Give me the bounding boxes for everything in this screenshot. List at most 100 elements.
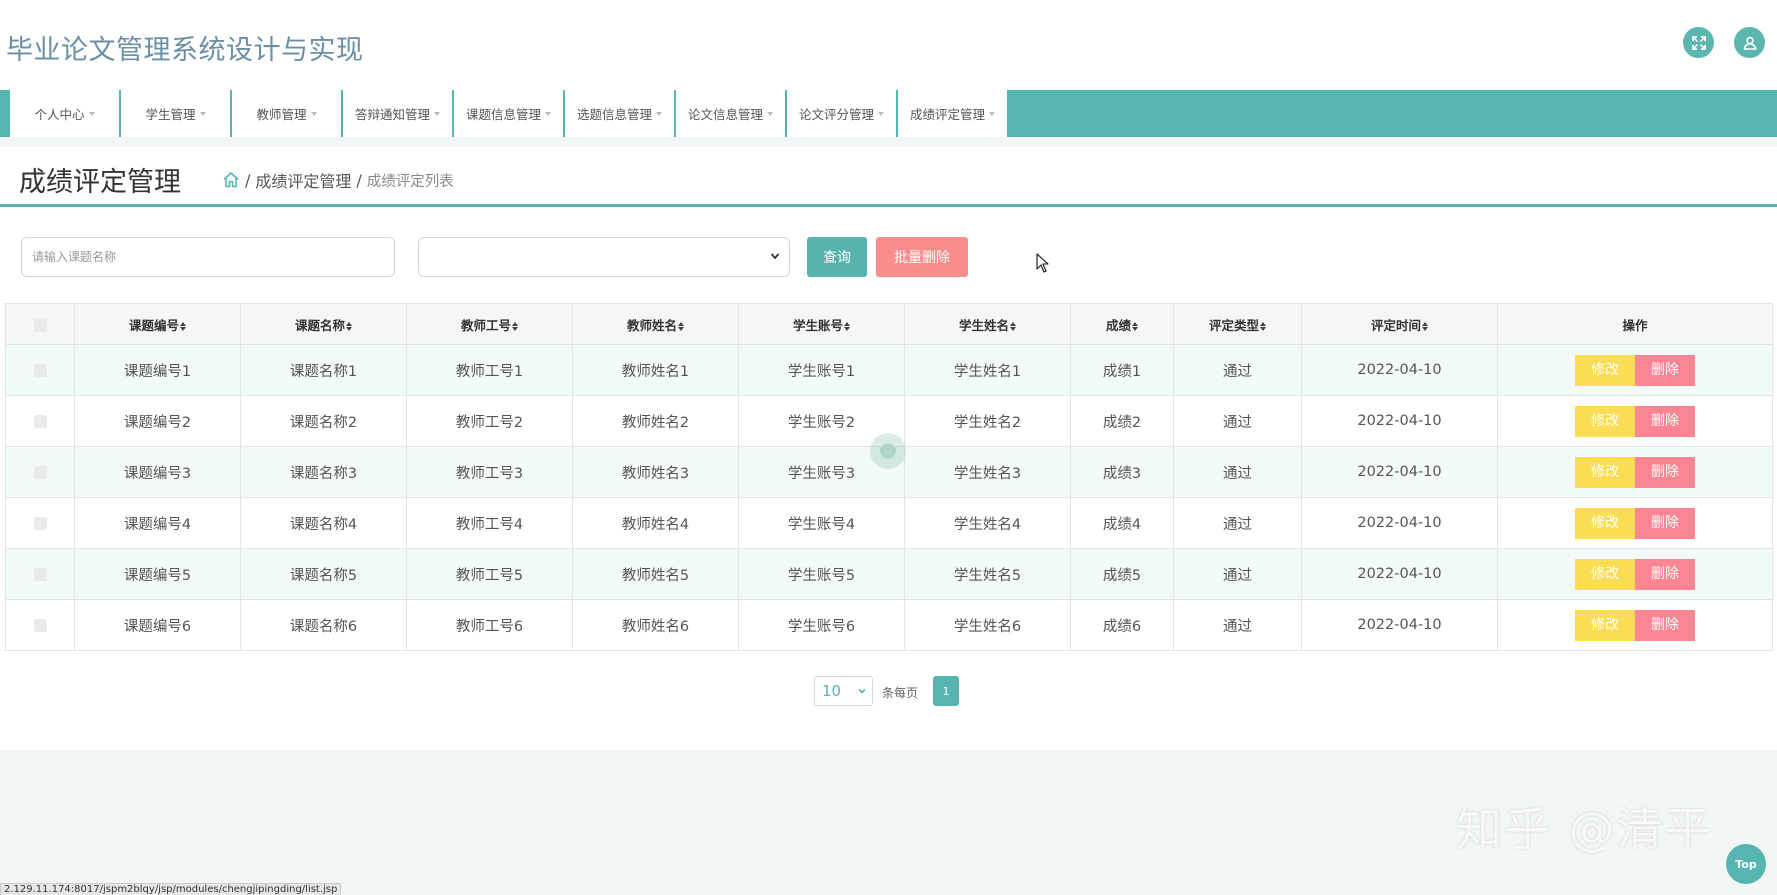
col-teacher-name[interactable]: 教师姓名 (572, 303, 739, 345)
nav-item-topic-selection[interactable]: 选题信息管理 (565, 90, 676, 137)
cell-evaluation-type: 通过 (1173, 599, 1302, 651)
nav-item-teacher-management[interactable]: 教师管理 (232, 90, 343, 137)
nav-item-topic-info[interactable]: 课题信息管理 (454, 90, 565, 137)
table-row: 课题编号5 课题名称5 教师工号5 教师姓名5 学生账号5 学生姓名5 成绩5 … (5, 548, 1773, 600)
watermark: 知乎 @清平 (1456, 802, 1713, 856)
cell-grade: 成绩5 (1070, 548, 1174, 600)
bulk-delete-button[interactable]: 批量删除 (876, 237, 968, 277)
cell-topic-name: 课题名称4 (240, 497, 407, 549)
nav-item-thesis-scoring[interactable]: 论文评分管理 (787, 90, 898, 137)
home-icon[interactable] (222, 171, 240, 189)
cell-teacher-name: 教师姓名1 (572, 344, 739, 396)
nav-item-student-management[interactable]: 学生管理 (121, 90, 232, 137)
cell-evaluation-type: 通过 (1173, 497, 1302, 549)
row-checkbox[interactable] (33, 516, 47, 530)
row-checkbox[interactable] (33, 465, 47, 479)
cell-student-name: 学生姓名5 (904, 548, 1071, 600)
nav-item-defense-notice[interactable]: 答辩通知管理 (343, 90, 454, 137)
cell-evaluation-time: 2022-04-10 (1301, 599, 1498, 651)
cell-evaluation-type: 通过 (1173, 395, 1302, 447)
user-menu-button[interactable] (1734, 27, 1765, 58)
user-icon (1743, 36, 1756, 50)
col-student-name[interactable]: 学生姓名 (904, 303, 1071, 345)
delete-button[interactable]: 删除 (1635, 405, 1695, 437)
page-number-button[interactable]: 1 (933, 676, 959, 706)
edit-button[interactable]: 修改 (1575, 507, 1635, 539)
delete-button[interactable]: 删除 (1635, 354, 1695, 386)
nav-item-personal-center[interactable]: 个人中心 (10, 90, 121, 137)
cell-topic-name: 课题名称6 (240, 599, 407, 651)
cell-evaluation-time: 2022-04-10 (1301, 395, 1498, 447)
cell-topic-id: 课题编号6 (74, 599, 241, 651)
fullscreen-button[interactable] (1683, 27, 1714, 58)
delete-button[interactable]: 删除 (1635, 507, 1695, 539)
col-grade[interactable]: 成绩 (1070, 303, 1174, 345)
caret-down-icon (767, 112, 773, 116)
edit-button[interactable]: 修改 (1575, 558, 1635, 590)
sort-icon (1422, 321, 1428, 331)
page-header: 成绩评定管理 / 成绩评定管理 / 成绩评定列表 (0, 147, 1777, 207)
select-all-checkbox[interactable] (33, 318, 47, 332)
page-size-value: 10 (822, 682, 842, 700)
row-checkbox[interactable] (33, 363, 47, 377)
row-checkbox[interactable] (33, 618, 47, 632)
cell-teacher-id: 教师工号5 (406, 548, 573, 600)
cell-evaluation-time: 2022-04-10 (1301, 446, 1498, 498)
col-teacher-id[interactable]: 教师工号 (406, 303, 573, 345)
caret-down-icon (199, 112, 206, 116)
delete-button[interactable]: 删除 (1635, 609, 1695, 641)
table-row: 课题编号4 课题名称4 教师工号4 教师姓名4 学生账号4 学生姓名4 成绩4 … (5, 497, 1773, 549)
row-checkbox[interactable] (33, 567, 47, 581)
cell-topic-id: 课题编号1 (74, 344, 241, 396)
caret-down-icon (989, 112, 995, 116)
select-all-checkbox-cell[interactable] (5, 303, 75, 345)
query-button[interactable]: 查询 (807, 237, 867, 277)
cell-teacher-name: 教师姓名3 (572, 446, 739, 498)
breadcrumb-level1[interactable]: 成绩评定管理 (255, 168, 351, 192)
main-nav: 个人中心 学生管理 教师管理 答辩通知管理 课题信息管理 选题信息管理 论文信息… (0, 90, 1777, 137)
sort-icon (512, 321, 518, 331)
cell-evaluation-time: 2022-04-10 (1301, 344, 1498, 396)
edit-button[interactable]: 修改 (1575, 456, 1635, 488)
cell-student-account: 学生账号6 (738, 599, 905, 651)
delete-button[interactable]: 删除 (1635, 456, 1695, 488)
cell-topic-name: 课题名称1 (240, 344, 407, 396)
sort-icon (180, 321, 186, 331)
edit-button[interactable]: 修改 (1575, 609, 1635, 641)
edit-button[interactable]: 修改 (1575, 354, 1635, 386)
cell-teacher-name: 教师姓名5 (572, 548, 739, 600)
expand-icon (1691, 35, 1706, 50)
table-row: 课题编号6 课题名称6 教师工号6 教师姓名6 学生账号6 学生姓名6 成绩6 … (5, 599, 1773, 651)
row-checkbox[interactable] (33, 414, 47, 428)
col-actions: 操作 (1497, 303, 1773, 345)
cell-topic-name: 课题名称5 (240, 548, 407, 600)
edit-button[interactable]: 修改 (1575, 405, 1635, 437)
col-student-account[interactable]: 学生账号 (738, 303, 905, 345)
col-evaluation-type[interactable]: 评定类型 (1173, 303, 1302, 345)
breadcrumb-level2: 成绩评定列表 (366, 173, 454, 190)
nav-item-thesis-info[interactable]: 论文信息管理 (676, 90, 787, 137)
app-header: 毕业论文管理系统设计与实现 (0, 0, 1777, 90)
caret-down-icon (878, 112, 884, 116)
cell-topic-id: 课题编号2 (74, 395, 241, 447)
cell-grade: 成绩1 (1070, 344, 1174, 396)
cell-evaluation-type: 通过 (1173, 344, 1302, 396)
cell-student-name: 学生姓名4 (904, 497, 1071, 549)
back-to-top-button[interactable]: Top (1726, 844, 1766, 884)
sort-icon (1260, 321, 1266, 331)
col-topic-id[interactable]: 课题编号 (74, 303, 241, 345)
caret-down-icon (656, 112, 662, 116)
per-page-label: 条每页 (882, 686, 919, 700)
page-size-select[interactable]: 10 (814, 676, 873, 706)
nav-item-grade-evaluation[interactable]: 成绩评定管理 (898, 90, 1009, 137)
chevron-down-icon (858, 688, 866, 694)
cell-evaluation-time: 2022-04-10 (1301, 497, 1498, 549)
cell-student-account: 学生账号4 (738, 497, 905, 549)
cell-evaluation-type: 通过 (1173, 446, 1302, 498)
delete-button[interactable]: 删除 (1635, 558, 1695, 590)
col-topic-name[interactable]: 课题名称 (240, 303, 407, 345)
topic-name-search-input[interactable] (21, 237, 395, 277)
filter-select[interactable] (418, 237, 790, 277)
cell-topic-id: 课题编号5 (74, 548, 241, 600)
col-evaluation-time[interactable]: 评定时间 (1301, 303, 1498, 345)
